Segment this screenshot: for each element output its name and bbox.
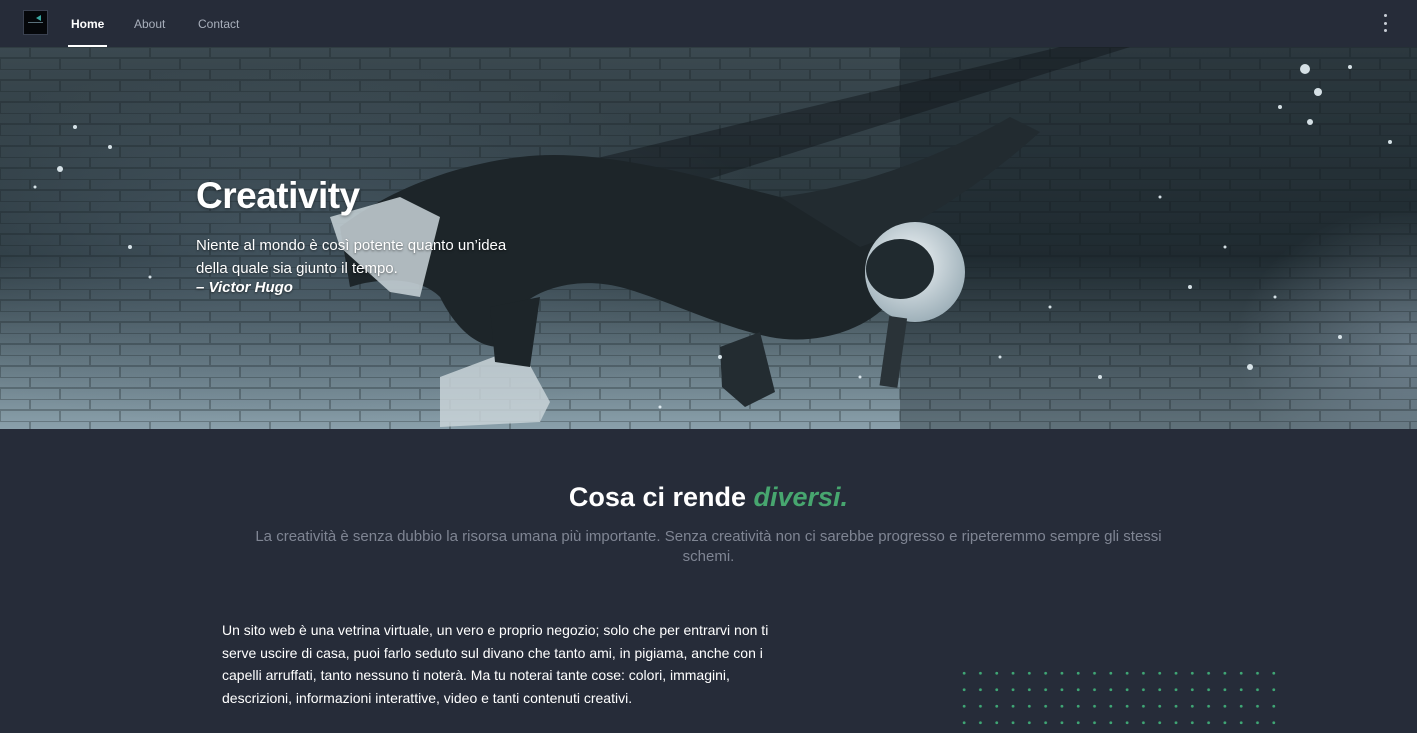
nav-item-about[interactable]: About: [134, 0, 165, 47]
nav-item-contact[interactable]: Contact: [198, 0, 239, 47]
site-logo[interactable]: [23, 10, 48, 35]
nav-item-home[interactable]: Home: [67, 0, 108, 47]
section-subtitle: La creatività è senza dubbio la risorsa …: [255, 528, 1162, 565]
hero-quote: Niente al mondo è così potente quanto un…: [196, 237, 507, 277]
hero-quote-author: – Victor Hugo: [196, 279, 293, 296]
section-title: Cosa ci rende diversi.: [0, 482, 1417, 513]
hero-title: Creativity: [196, 175, 360, 216]
section-title-prefix: Cosa ci rende: [568, 482, 754, 512]
dot-grid-decoration: [956, 665, 1288, 725]
kebab-menu-icon[interactable]: [1381, 14, 1389, 32]
section-body-text: Un sito web è una vetrina virtuale, un v…: [222, 622, 769, 706]
section-title-accent: diversi.: [753, 482, 849, 512]
navbar: Home About Contact: [0, 0, 1417, 47]
hero-banner: Creativity Niente al mondo è così potent…: [0, 47, 1417, 429]
